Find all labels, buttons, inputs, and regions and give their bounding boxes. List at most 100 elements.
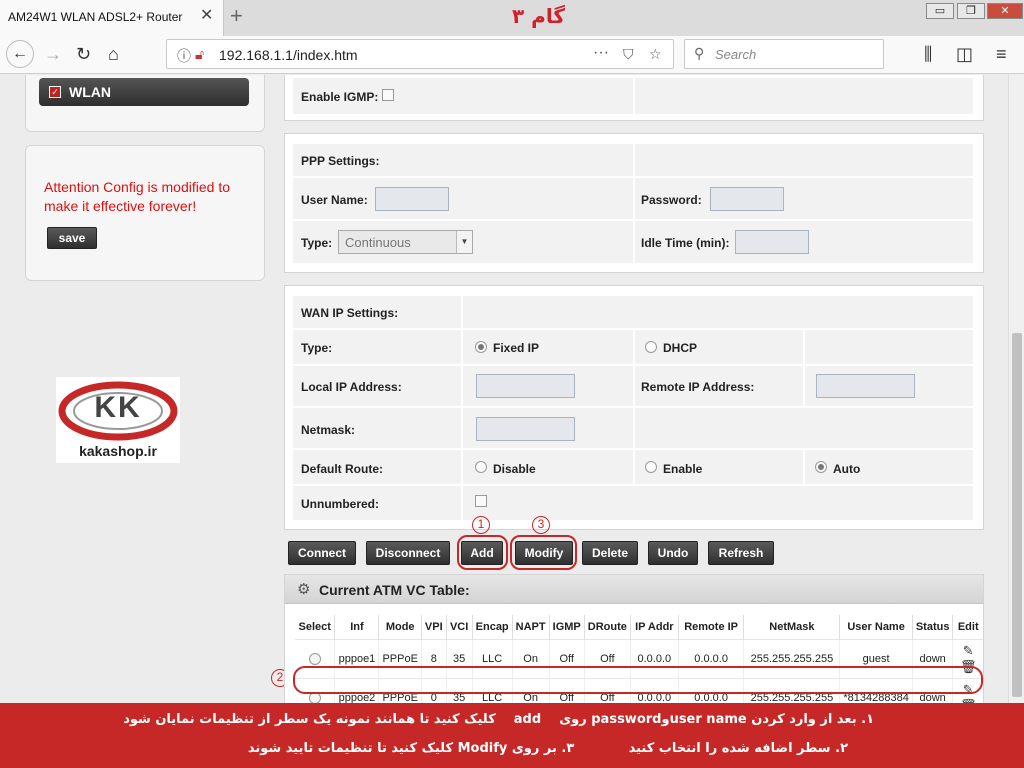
close-tab-icon[interactable]: ✕: [200, 8, 213, 24]
ppp-type-label: Type:: [301, 236, 333, 250]
fixed-ip-label: Fixed IP: [493, 341, 540, 355]
instruction-text: و: [661, 712, 670, 727]
undo-button[interactable]: Undo: [648, 541, 698, 565]
route-disable-radio[interactable]: [475, 461, 487, 473]
username-label: User Name:: [301, 193, 368, 207]
new-row-highlight: [293, 666, 983, 694]
save-button[interactable]: save: [47, 227, 97, 249]
igmp-panel: Enable IGMP:: [284, 75, 984, 121]
sidebar-item-wlan[interactable]: ✓ WLAN: [39, 78, 249, 106]
instruction-line-2: ۲. سطر اضافه شده را انتخاب کنید ۳. بر رو…: [248, 741, 848, 756]
pencil-icon[interactable]: ✎: [963, 643, 974, 658]
tab-title: AM24W1 WLAN ADSL2+ Router: [8, 10, 183, 24]
password-label: Password:: [641, 193, 702, 207]
info-icon[interactable]: ⓘ: [177, 46, 191, 66]
url-text[interactable]: 192.168.1.1/index.htm: [219, 47, 358, 63]
library-icon[interactable]: ⫼: [924, 42, 932, 66]
back-arrow-icon[interactable]: ←: [6, 40, 34, 68]
route-enable-radio[interactable]: [645, 461, 657, 473]
route-disable-label: Disable: [493, 462, 536, 476]
check-icon: ✓: [49, 86, 61, 98]
col-header: VPI: [421, 615, 447, 639]
delete-button[interactable]: Delete: [582, 541, 638, 565]
instruction-text: ۱. بعد از وارد کردن: [751, 712, 874, 727]
window-close-button[interactable]: ✕: [987, 3, 1023, 19]
instruction-keyword: Modify: [457, 741, 508, 756]
col-header: DRoute: [584, 615, 631, 639]
kakashop-logo: KK kakashop.ir: [56, 377, 180, 463]
pocket-icon[interactable]: ⛉: [623, 46, 634, 63]
disconnect-button[interactable]: Disconnect: [366, 541, 450, 565]
attention-message: Attention Config is modified to make it …: [44, 179, 230, 214]
route-auto-label: Auto: [833, 462, 861, 476]
chevron-down-icon: ▼: [456, 231, 472, 253]
remote-ip-label: Remote IP Address:: [641, 380, 755, 394]
instruction-banner: ۱. بعد از وارد کردن user nameوpassword ر…: [0, 703, 1024, 768]
col-header: Encap: [472, 615, 513, 639]
router-page: ✓ WLAN Attention Config is modified to m…: [0, 75, 1008, 703]
unnumbered-checkbox[interactable]: [475, 495, 487, 507]
step-title: گام ۳: [512, 4, 565, 28]
connect-button[interactable]: Connect: [288, 541, 356, 565]
fixed-ip-radio[interactable]: [475, 341, 487, 353]
ppp-type-select[interactable]: Continuous ▼: [338, 230, 473, 254]
instruction-text: ۳. بر روی: [511, 741, 575, 756]
table-header-row: Select Inf Mode VPI VCI Encap NAPT IGMP …: [295, 615, 983, 639]
insecure-lock-icon[interactable]: 🔓︎: [195, 46, 204, 63]
search-bar[interactable]: ⚲ Search: [684, 39, 884, 69]
enable-igmp-checkbox[interactable]: [382, 89, 394, 101]
sidebar-icon[interactable]: ◫: [956, 42, 973, 66]
instruction-text: کلیک کنید تا همانند نمونه یک سطر از تنظی…: [123, 712, 496, 727]
home-icon[interactable]: ⌂: [108, 42, 119, 66]
netmask-label: Netmask:: [301, 423, 356, 437]
row-select-radio[interactable]: [308, 652, 321, 665]
step-marker-3: 3: [532, 516, 550, 534]
minimize-button[interactable]: ▭: [926, 3, 954, 19]
page-scrollbar[interactable]: [1008, 75, 1024, 703]
reload-icon[interactable]: ↻: [76, 42, 91, 66]
bookmark-star-icon[interactable]: ☆: [649, 46, 662, 63]
col-header: Mode: [378, 615, 422, 639]
enable-igmp-label: Enable IGMP:: [301, 90, 379, 104]
wan-ip-header: WAN IP Settings:: [301, 306, 399, 320]
more-icon[interactable]: ···: [593, 44, 609, 62]
netmask-field[interactable]: [476, 417, 575, 441]
ppp-settings-panel: PPP Settings: User Name: Password: Type:…: [284, 133, 984, 273]
maximize-button[interactable]: ❐: [957, 3, 985, 19]
dhcp-radio[interactable]: [645, 341, 657, 353]
instruction-keyword: add: [513, 712, 542, 727]
unnumbered-input-cell: [463, 486, 973, 520]
igmp-empty-cell: [635, 78, 973, 114]
route-auto-cell: [805, 450, 973, 484]
col-header: IP Addr: [630, 615, 679, 639]
add-highlight: [457, 535, 508, 570]
ppp-type-value: Continuous: [345, 235, 411, 250]
gear-icon: ⚙: [297, 581, 311, 598]
col-header: Select: [295, 615, 336, 639]
hamburger-menu-icon[interactable]: ≡: [996, 42, 1007, 66]
wan-type-empty: [805, 330, 973, 364]
dhcp-cell: [635, 330, 803, 364]
local-ip-field[interactable]: [476, 374, 575, 398]
search-input[interactable]: Search: [715, 47, 756, 62]
logo-caption: kakashop.ir: [79, 443, 157, 459]
instruction-keyword: user name: [669, 712, 747, 727]
browser-titlebar: AM24W1 WLAN ADSL2+ Router ✕ + گام ۳ ▭ ❐ …: [0, 0, 1024, 36]
local-ip-label: Local IP Address:: [301, 380, 402, 394]
instruction-text: کلیک کنید تا تنظیمات تایید شوند: [247, 741, 454, 756]
ppp-header-empty: [635, 144, 973, 176]
browser-tab[interactable]: AM24W1 WLAN ADSL2+ Router ✕: [0, 0, 224, 36]
url-bar[interactable]: ⓘ 🔓︎ 192.168.1.1/index.htm ··· ⛉ ☆: [166, 39, 674, 69]
password-field[interactable]: [710, 187, 784, 211]
remote-ip-field[interactable]: [816, 374, 915, 398]
username-field[interactable]: [375, 187, 449, 211]
forward-arrow-icon[interactable]: →: [44, 42, 62, 66]
col-header: Edit: [952, 615, 983, 639]
new-tab-icon[interactable]: +: [230, 4, 243, 28]
wan-header-empty: [463, 296, 973, 328]
idle-time-field[interactable]: [735, 230, 809, 254]
route-auto-radio[interactable]: [815, 461, 827, 473]
ppp-settings-header: PPP Settings:: [301, 154, 380, 168]
scrollbar-thumb[interactable]: [1012, 333, 1022, 697]
refresh-button[interactable]: Refresh: [708, 541, 774, 565]
